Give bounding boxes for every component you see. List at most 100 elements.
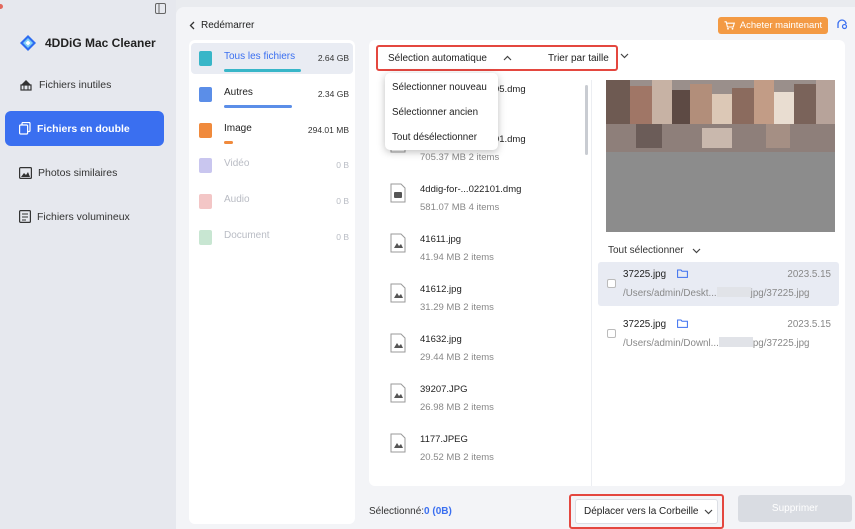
category-label: Image (224, 123, 252, 134)
large-files-icon (19, 210, 31, 223)
disk-image-file-icon (390, 183, 406, 203)
cart-icon (724, 21, 735, 30)
category-usage-bar (224, 69, 301, 72)
duplicate-files-icon (19, 122, 31, 135)
category-label: Tous les fichiers (224, 51, 296, 62)
file-name: 41612.jpg (420, 284, 462, 295)
select-all-label: Tout sélectionner (608, 245, 684, 256)
sidebar-item-duplicate-files[interactable]: Fichiers en double (5, 111, 164, 146)
files-panel: ...05.dmg ...01.dmg 705.37 MB 2 items 4d… (369, 40, 845, 486)
sidebar: 4DDiG Mac Cleaner Fichiers inutiles Fich… (0, 0, 176, 529)
duplicate-checkbox[interactable] (607, 279, 616, 288)
file-meta: 41.94 MB 2 items (420, 252, 494, 263)
category-label: Vidéo (224, 158, 250, 169)
file-meta: 705.37 MB 2 items (420, 152, 500, 163)
move-to-trash-label: Déplacer vers la Corbeille (584, 506, 699, 517)
file-name: 4ddig-for-...022101.dmg (420, 184, 522, 195)
sidebar-toggle-icon[interactable] (155, 3, 166, 14)
delete-button[interactable]: Supprimer (738, 495, 852, 522)
image-file-icon (390, 383, 406, 403)
folder-icon[interactable] (677, 269, 688, 278)
category-size: 0 B (336, 160, 349, 170)
category-all-files[interactable]: Tous les fichiers 2.64 GB (191, 43, 353, 74)
sidebar-nav: Fichiers inutiles Fichiers en double Pho… (5, 67, 164, 243)
image-file-icon (390, 333, 406, 353)
duplicate-date: 2023.5.15 (787, 319, 831, 330)
sidebar-item-junk-files[interactable]: Fichiers inutiles (5, 67, 164, 102)
file-meta: 31.29 MB 2 items (420, 302, 494, 313)
sort-by-size-button[interactable]: Trier par taille (548, 53, 609, 64)
duplicate-path: /Users/admin/Deskt... jpg/37225.jpg (623, 287, 810, 299)
category-size: 2.34 GB (317, 89, 349, 99)
category-label: Autres (224, 87, 253, 98)
file-name: 41611.jpg (420, 234, 462, 245)
chevron-down-icon (692, 248, 701, 253)
selected-value: 0 (0B) (424, 506, 452, 517)
deselect-all-option[interactable]: Tout désélectionner (392, 132, 477, 143)
category-audio[interactable]: Audio 0 B (191, 186, 353, 217)
sidebar-item-similar-photos[interactable]: Photos similaires (5, 155, 164, 190)
select-newest-option[interactable]: Sélectionner nouveau (392, 82, 487, 93)
auto-select-button[interactable]: Sélection automatique (388, 53, 487, 64)
back-label: Redémarrer (201, 20, 255, 31)
document-icon (199, 230, 212, 245)
image-preview (606, 80, 835, 232)
video-icon (199, 158, 212, 173)
move-to-trash-highlight: Déplacer vers la Corbeille (569, 494, 724, 529)
file-meta: 581.07 MB 4 items (420, 202, 500, 213)
duplicate-name: 37225.jpg (623, 319, 667, 330)
buy-now-label: Acheter maintenant (739, 20, 823, 31)
category-video[interactable]: Vidéo 0 B (191, 150, 353, 181)
buy-now-button[interactable]: Acheter maintenant (718, 17, 828, 34)
close-window-button[interactable] (0, 4, 3, 9)
category-size: 0 B (336, 232, 349, 242)
duplicate-checkbox[interactable] (607, 329, 616, 338)
file-meta: 20.52 MB 2 items (420, 452, 494, 463)
category-others[interactable]: Autres 2.34 GB (191, 79, 353, 110)
delete-label: Supprimer (771, 503, 819, 514)
image-file-icon (390, 283, 406, 303)
category-panel: Tous les fichiers 2.64 GB Autres 2.34 GB… (189, 40, 355, 524)
support-icon[interactable] (836, 18, 848, 30)
others-icon (199, 87, 212, 102)
all-files-icon (199, 51, 212, 66)
auto-select-dropdown: Sélectionner nouveau Sélectionner ancien… (385, 73, 498, 150)
duplicate-name: 37225.jpg (623, 269, 667, 280)
image-icon (199, 123, 212, 138)
chevron-up-icon[interactable] (503, 55, 512, 61)
duplicate-path: /Users/admin/Downl... pg/37225.jpg (623, 337, 810, 349)
folder-icon[interactable] (677, 319, 688, 328)
broom-icon (20, 79, 32, 91)
category-document[interactable]: Document 0 B (191, 222, 353, 253)
file-list-scrollbar[interactable] (585, 85, 588, 155)
main-panel: Redémarrer Acheter maintenant Tous les f… (176, 7, 855, 529)
category-image[interactable]: Image 294.01 MB (191, 115, 353, 146)
category-size: 0 B (336, 196, 349, 206)
category-usage-bar (224, 105, 292, 108)
panel-divider (591, 80, 592, 486)
category-label: Audio (224, 194, 250, 205)
select-all-toggle[interactable]: Tout sélectionner (608, 245, 701, 256)
duplicate-item[interactable]: 37225.jpg 2023.5.15 /Users/admin/Downl..… (598, 312, 839, 356)
category-label: Document (224, 230, 270, 241)
selected-summary: Sélectionné:0 (0B) (369, 506, 452, 517)
category-usage-bar (224, 141, 233, 144)
sidebar-item-label: Fichiers volumineux (37, 210, 130, 223)
audio-icon (199, 194, 212, 209)
move-to-trash-button[interactable]: Déplacer vers la Corbeille (575, 499, 718, 524)
file-name: 1177.JPEG (420, 434, 468, 445)
selection-toolbar: Sélection automatique Trier par taille (376, 45, 618, 71)
image-file-icon (390, 433, 406, 453)
back-button[interactable]: Redémarrer (189, 20, 254, 31)
chevron-down-icon[interactable] (704, 509, 713, 515)
chevron-down-icon[interactable] (620, 53, 629, 59)
category-size: 294.01 MB (307, 125, 349, 135)
select-oldest-option[interactable]: Sélectionner ancien (392, 107, 478, 118)
duplicate-date: 2023.5.15 (787, 269, 831, 280)
file-name: 39207.JPG (420, 384, 468, 395)
sidebar-item-large-files[interactable]: Fichiers volumineux (5, 199, 164, 234)
logo-icon (20, 35, 36, 51)
brand: 4DDiG Mac Cleaner (19, 34, 156, 52)
duplicate-item[interactable]: 37225.jpg 2023.5.15 /Users/admin/Deskt..… (598, 262, 839, 306)
category-size: 2.64 GB (317, 53, 349, 63)
